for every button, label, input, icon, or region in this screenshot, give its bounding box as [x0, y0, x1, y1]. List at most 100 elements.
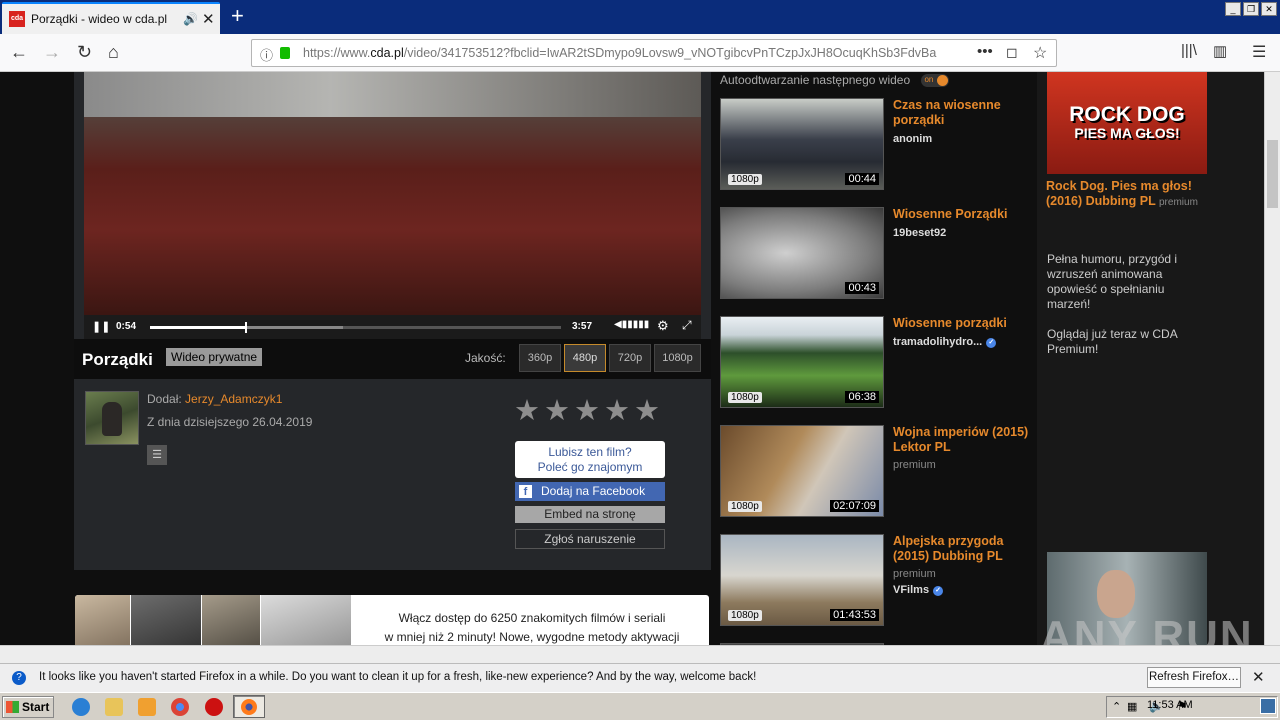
- pause-icon[interactable]: ❚❚: [92, 320, 110, 333]
- autoplay-toggle-row: Autoodtwarzanie następnego wideo on: [720, 73, 950, 88]
- related-video-title[interactable]: Wiosenne Porządki: [893, 207, 1033, 222]
- related-video-user[interactable]: tramadolihydro... ✓: [893, 336, 997, 348]
- rock-dog-banner-text: ROCK DOG PIES MA GŁOS!: [1069, 103, 1185, 141]
- quality-label: Jakość:: [465, 351, 506, 365]
- related-video-item[interactable]: 1080p 06:38 Wiosenne porządki tramadolih…: [720, 316, 1030, 410]
- notification-message: It looks like you haven't started Firefo…: [39, 671, 757, 683]
- premium-promo[interactable]: Włącz dostęp do 6250 znakomitych filmów …: [75, 595, 709, 645]
- info-icon[interactable]: ⓘ: [260, 45, 273, 64]
- quality-720p-button[interactable]: 720p: [609, 344, 651, 372]
- settings-gear-icon[interactable]: ⚙: [657, 318, 669, 334]
- player-controls: ❚❚ 0:54 3:57 ◀▮▮▮▮▮ ⚙ ⤢: [84, 315, 701, 339]
- windows-logo-icon: [6, 701, 19, 713]
- promo-text: Włącz dostęp do 6250 znakomitych filmów …: [384, 611, 680, 644]
- related-video-title[interactable]: Wiosenne porządki: [893, 316, 1033, 331]
- close-window-icon[interactable]: ✕: [1261, 2, 1277, 16]
- like-prompt: Lubisz ten film? Poleć go znajomym: [515, 441, 665, 478]
- related-video-item[interactable]: 00:43 Wiosenne Porządki 19beset92: [720, 207, 1030, 301]
- premium-label: premium: [893, 568, 936, 580]
- browser-tab[interactable]: cda Porządki - wideo w cda.pl 🔊 ✕: [2, 2, 220, 34]
- chrome-icon[interactable]: [171, 698, 189, 716]
- autoplay-switch[interactable]: on: [921, 74, 950, 88]
- related-video-title[interactable]: Czas na wiosenne porządki: [893, 98, 1033, 128]
- show-desktop-icon[interactable]: [1260, 698, 1276, 714]
- lock-icon: [280, 47, 290, 59]
- network-icon[interactable]: ▦: [1127, 700, 1137, 713]
- firefox-taskbar-button[interactable]: [233, 695, 265, 718]
- explorer-icon[interactable]: [105, 698, 123, 716]
- window-controls: _ ❐ ✕: [1225, 2, 1277, 16]
- page-content: ❚❚ 0:54 3:57 ◀▮▮▮▮▮ ⚙ ⤢ Porządki Wideo p…: [0, 72, 1264, 645]
- video-thumbnail[interactable]: 00:43: [720, 207, 884, 299]
- quality-1080p-button[interactable]: 1080p: [654, 344, 701, 372]
- video-picture: [84, 72, 701, 117]
- avatar-dog-image: [102, 402, 122, 436]
- promo-poster-1: [75, 595, 130, 645]
- tray-arrow-icon[interactable]: ⌃: [1112, 700, 1121, 713]
- related-video-title[interactable]: Alpejska przygoda (2015) Dubbing PL: [893, 534, 1033, 564]
- back-icon[interactable]: ←: [10, 42, 28, 63]
- related-video-user[interactable]: anonim: [893, 133, 932, 145]
- forward-icon[interactable]: →: [43, 42, 61, 63]
- video-thumbnail[interactable]: 1080p 01:43:53: [720, 534, 884, 626]
- horizontal-scrollbar[interactable]: [0, 645, 1280, 663]
- report-button[interactable]: Zgłoś naruszenie: [515, 529, 665, 549]
- related-video-title[interactable]: Wojna imperiów (2015) Lektor PL: [893, 425, 1033, 455]
- refresh-firefox-button[interactable]: Refresh Firefox…: [1147, 667, 1241, 688]
- ad-title[interactable]: Rock Dog. Pies ma głos! (2016) Dubbing P…: [1046, 179, 1216, 210]
- embed-button[interactable]: Embed na stronę: [515, 506, 665, 523]
- bookmark-star-icon[interactable]: ☆: [1033, 43, 1047, 63]
- facebook-share-button[interactable]: f Dodaj na Facebook: [515, 482, 665, 501]
- page-actions-icon[interactable]: •••: [977, 43, 993, 60]
- sidebar-toggle-icon[interactable]: ▥: [1213, 42, 1227, 60]
- uploader-link[interactable]: Jerzy_Adamczyk1: [185, 392, 282, 406]
- scrollbar-thumb[interactable]: [1267, 140, 1278, 208]
- speaker-icon[interactable]: 🔊: [183, 12, 198, 26]
- related-video-item[interactable]: 1080p 02:07:09 Wojna imperiów (2015) Lek…: [720, 425, 1030, 519]
- opera-icon[interactable]: [205, 698, 223, 716]
- private-badge: Wideo prywatne: [166, 348, 263, 366]
- video-thumbnail[interactable]: 1080p 02:07:09: [720, 425, 884, 517]
- url-text[interactable]: https://www.cda.pl/video/341753512?fbcli…: [303, 46, 943, 60]
- media-player-icon[interactable]: [138, 698, 156, 716]
- poster-face: [1097, 570, 1135, 618]
- library-icon[interactable]: |||\: [1181, 42, 1197, 59]
- ie-icon[interactable]: [72, 698, 90, 716]
- related-video-user[interactable]: VFilms ✓: [893, 584, 944, 596]
- uploader-avatar[interactable]: [85, 391, 139, 445]
- seek-handle[interactable]: [244, 322, 247, 333]
- verified-icon: ✓: [986, 338, 997, 348]
- url-bar[interactable]: ⓘ https://www.cda.pl/video/341753512?fbc…: [251, 39, 1057, 67]
- related-video-item[interactable]: 1080p 00:44 Czas na wiosenne porządki an…: [720, 98, 1030, 192]
- new-tab-icon[interactable]: +: [231, 3, 244, 29]
- menu-icon[interactable]: ☰: [1252, 42, 1266, 62]
- video-thumbnail[interactable]: 1080p 00:44: [720, 98, 884, 190]
- seek-bar[interactable]: [150, 322, 561, 333]
- home-icon[interactable]: ⌂: [108, 42, 119, 63]
- minimize-icon[interactable]: _: [1225, 2, 1241, 16]
- reload-icon[interactable]: ↻: [77, 42, 92, 63]
- video-frame[interactable]: [84, 72, 701, 315]
- description-menu-icon[interactable]: ☰: [147, 445, 167, 465]
- premium-label: premium: [893, 459, 936, 471]
- rating-stars[interactable]: ★★★★★: [514, 393, 664, 428]
- tab-bar: cda Porządki - wideo w cda.pl 🔊 ✕ + _ ❐ …: [0, 0, 1280, 34]
- pocket-icon[interactable]: ◻: [1006, 44, 1018, 61]
- related-video-item[interactable]: 1080p 01:43:53 Alpejska przygoda (2015) …: [720, 534, 1030, 628]
- close-tab-icon[interactable]: ✕: [202, 10, 215, 28]
- volume-icon[interactable]: ◀▮▮▮▮▮: [614, 319, 649, 330]
- restore-icon[interactable]: ❐: [1243, 2, 1259, 16]
- promo-poster-4: [261, 595, 351, 645]
- quality-360p-button[interactable]: 360p: [519, 344, 561, 372]
- start-button[interactable]: Start: [2, 696, 54, 718]
- ad-description: Pełna humoru, przygód i wzruszeń animowa…: [1047, 252, 1178, 311]
- vertical-scrollbar[interactable]: [1264, 72, 1280, 645]
- close-notification-icon[interactable]: ✕: [1252, 668, 1265, 686]
- current-time: 0:54: [116, 321, 137, 332]
- video-title: Porządki: [82, 350, 153, 369]
- related-video-user[interactable]: 19beset92: [893, 227, 946, 239]
- quality-480p-button[interactable]: 480p: [564, 344, 606, 372]
- firefox-notification-bar: ? It looks like you haven't started Fire…: [0, 663, 1280, 692]
- video-thumbnail[interactable]: 1080p 06:38: [720, 316, 884, 408]
- fullscreen-icon[interactable]: ⤢: [682, 318, 692, 333]
